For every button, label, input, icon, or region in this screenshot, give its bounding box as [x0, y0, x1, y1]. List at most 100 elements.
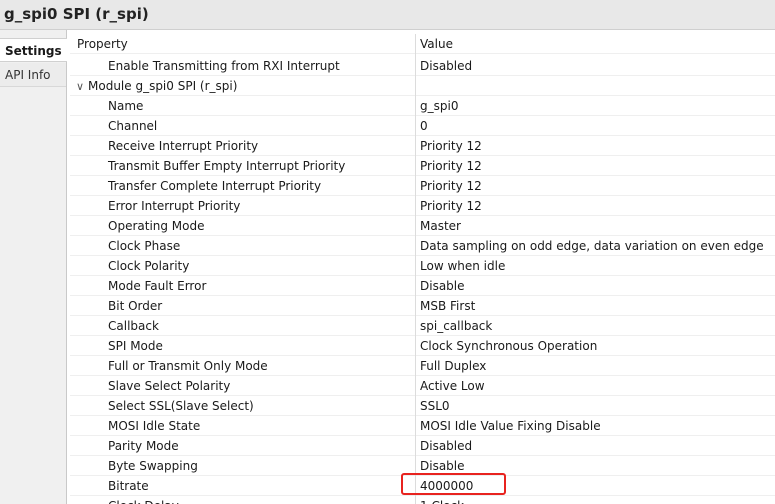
property-cell: Byte Swapping	[70, 456, 414, 476]
bitrate-highlight-box	[401, 473, 506, 495]
column-header-value[interactable]: Value	[420, 34, 775, 54]
property-label: Module g_spi0 SPI (r_spi)	[88, 79, 238, 93]
property-cell: Parity Mode	[70, 436, 414, 456]
value-cell[interactable]: Priority 12	[420, 156, 775, 176]
table-row[interactable]: Operating Mode Master	[70, 216, 775, 236]
table-row[interactable]: Callback spi_callback	[70, 316, 775, 336]
value-cell[interactable]: Disabled	[420, 56, 775, 76]
table-row[interactable]: Slave Select Polarity Active Low	[70, 376, 775, 396]
property-cell: Enable Transmitting from RXI Interrupt	[70, 56, 414, 76]
property-cell: ∨ Module g_spi0 SPI (r_spi)	[70, 76, 414, 96]
value-cell[interactable]: 1 Clock	[420, 496, 775, 504]
property-cell: Mode Fault Error	[70, 276, 414, 296]
property-label: Enable Transmitting from RXI Interrupt	[108, 59, 340, 73]
value-cell[interactable]: 0	[420, 116, 775, 136]
property-cell: Operating Mode	[70, 216, 414, 236]
table-row[interactable]: Clock Phase Data sampling on odd edge, da…	[70, 236, 775, 256]
property-cell: Full or Transmit Only Mode	[70, 356, 414, 376]
property-label: Transmit Buffer Empty Interrupt Priority	[108, 159, 346, 173]
value-cell[interactable]	[420, 76, 775, 96]
property-cell: Clock Phase	[70, 236, 414, 256]
table-row[interactable]: Name g_spi0	[70, 96, 775, 116]
editor-title: g_spi0 SPI (r_spi)	[4, 5, 149, 23]
property-label: Full or Transmit Only Mode	[108, 359, 268, 373]
property-table: Property Value Enable Transmitting from …	[70, 34, 775, 504]
column-header-property[interactable]: Property	[70, 34, 414, 54]
value-cell[interactable]: MSB First	[420, 296, 775, 316]
tab-api-info[interactable]: API Info	[0, 63, 66, 87]
table-row[interactable]: SPI Mode Clock Synchronous Operation	[70, 336, 775, 356]
property-label: Clock Delay	[108, 499, 179, 504]
group-row[interactable]: ∨ Module g_spi0 SPI (r_spi)	[70, 76, 775, 96]
table-row[interactable]: Parity Mode Disabled	[70, 436, 775, 456]
property-cell: Receive Interrupt Priority	[70, 136, 414, 156]
property-cell: Channel	[70, 116, 414, 136]
property-label: Bit Order	[108, 299, 163, 313]
property-label: Name	[108, 99, 144, 113]
property-label: Transfer Complete Interrupt Priority	[108, 179, 322, 193]
property-label: Slave Select Polarity	[108, 379, 231, 393]
table-row[interactable]: Clock Polarity Low when idle	[70, 256, 775, 276]
property-label: Operating Mode	[108, 219, 205, 233]
value-cell[interactable]: SSL0	[420, 396, 775, 416]
property-label: Bitrate	[108, 479, 149, 493]
property-label: SPI Mode	[108, 339, 163, 353]
property-label: Byte Swapping	[108, 459, 198, 473]
property-cell: SPI Mode	[70, 336, 414, 356]
property-cell: Error Interrupt Priority	[70, 196, 414, 216]
table-row[interactable]: Mode Fault Error Disable	[70, 276, 775, 296]
property-label: Clock Polarity	[108, 259, 190, 273]
property-cell: Clock Delay	[70, 496, 414, 504]
property-label: Parity Mode	[108, 439, 179, 453]
property-cell: Name	[70, 96, 414, 116]
property-cell: Callback	[70, 316, 414, 336]
property-label: Receive Interrupt Priority	[108, 139, 259, 153]
value-cell[interactable]: g_spi0	[420, 96, 775, 116]
property-cell: Bitrate	[70, 476, 414, 496]
column-divider[interactable]	[415, 34, 416, 504]
value-cell[interactable]: Clock Synchronous Operation	[420, 336, 775, 356]
table-row[interactable]: Channel 0	[70, 116, 775, 136]
value-cell[interactable]: spi_callback	[420, 316, 775, 336]
value-cell[interactable]: MOSI Idle Value Fixing Disable	[420, 416, 775, 436]
property-label: Callback	[108, 319, 159, 333]
chevron-down-icon[interactable]: ∨	[76, 77, 88, 96]
property-cell: Bit Order	[70, 296, 414, 316]
table-header-row: Property Value	[70, 34, 775, 54]
property-label: Error Interrupt Priority	[108, 199, 241, 213]
table-row[interactable]: Transmit Buffer Empty Interrupt Priority…	[70, 156, 775, 176]
value-cell[interactable]: Low when idle	[420, 256, 775, 276]
table-row[interactable]: Select SSL(Slave Select) SSL0	[70, 396, 775, 416]
value-cell[interactable]: Full Duplex	[420, 356, 775, 376]
value-cell[interactable]: Disable	[420, 276, 775, 296]
side-tabs: Settings API Info	[0, 30, 67, 504]
table-row[interactable]: MOSI Idle State MOSI Idle Value Fixing Di…	[70, 416, 775, 436]
property-label: Mode Fault Error	[108, 279, 207, 293]
table-row[interactable]: Clock Delay 1 Clock	[70, 496, 775, 504]
property-cell: Clock Polarity	[70, 256, 414, 276]
table-row[interactable]: Error Interrupt Priority Priority 12	[70, 196, 775, 216]
value-cell[interactable]: Priority 12	[420, 196, 775, 216]
value-cell[interactable]: Disabled	[420, 436, 775, 456]
value-cell[interactable]: Priority 12	[420, 176, 775, 196]
tab-settings[interactable]: Settings	[0, 38, 67, 62]
property-cell: Select SSL(Slave Select)	[70, 396, 414, 416]
property-label: Clock Phase	[108, 239, 181, 253]
property-cell: MOSI Idle State	[70, 416, 414, 436]
property-cell: Transmit Buffer Empty Interrupt Priority	[70, 156, 414, 176]
property-label: Select SSL(Slave Select)	[108, 399, 254, 413]
property-cell: Slave Select Polarity	[70, 376, 414, 396]
value-cell[interactable]: Data sampling on odd edge, data variatio…	[420, 236, 775, 256]
value-cell[interactable]: Priority 12	[420, 136, 775, 156]
table-row[interactable]: Receive Interrupt Priority Priority 12	[70, 136, 775, 156]
property-cell: Transfer Complete Interrupt Priority	[70, 176, 414, 196]
editor-title-bar: g_spi0 SPI (r_spi)	[0, 0, 775, 30]
value-cell[interactable]: Active Low	[420, 376, 775, 396]
table-row[interactable]: Transfer Complete Interrupt Priority Prio…	[70, 176, 775, 196]
table-row[interactable]: Bit Order MSB First	[70, 296, 775, 316]
table-row[interactable]: Full or Transmit Only Mode Full Duplex	[70, 356, 775, 376]
property-label: MOSI Idle State	[108, 419, 201, 433]
value-cell[interactable]: Master	[420, 216, 775, 236]
property-label: Channel	[108, 119, 158, 133]
table-row[interactable]: Enable Transmitting from RXI Interrupt Di…	[70, 56, 775, 76]
